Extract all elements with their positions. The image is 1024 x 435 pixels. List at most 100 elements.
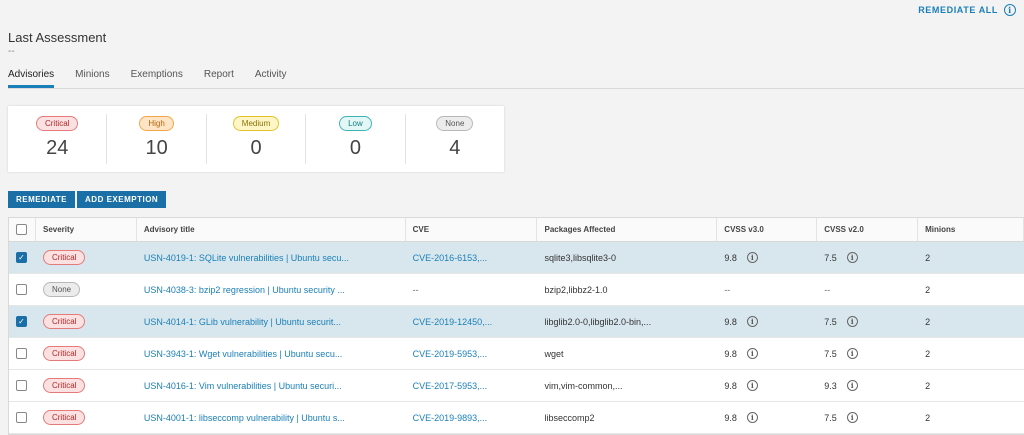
table-row[interactable]: None USN-4038-3: bzip2 regression | Ubunt… <box>9 274 1024 306</box>
cvss-v2-value: -- <box>824 284 831 295</box>
cvss-v2-value: 7.5 <box>824 412 837 423</box>
select-all-checkbox[interactable] <box>16 224 27 235</box>
high-count: 10 <box>145 137 168 159</box>
cvss-v3-value: 9.8 <box>724 252 737 263</box>
summary-critical[interactable]: Critical 24 <box>8 114 108 164</box>
cvss-v3: 9.8 i <box>724 412 758 423</box>
remediate-all-button[interactable]: REMEDIATE ALL i <box>918 4 1016 16</box>
cvss-v2-cell: -- <box>817 274 918 305</box>
table-row[interactable]: ✓ Critical USN-4014-1: GLib vulnerability … <box>9 306 1024 338</box>
cve-link[interactable]: CVE-2019-5953,... <box>406 338 538 369</box>
col-severity[interactable]: Severity <box>36 218 137 241</box>
add-exemption-button[interactable]: ADD EXEMPTION <box>77 191 167 208</box>
cvss-v3: 9.8 i <box>724 348 758 359</box>
cvss-v3-value: -- <box>724 284 731 295</box>
advisory-title-link[interactable]: USN-4016-1: Vim vulnerabilities | Ubuntu… <box>137 370 406 401</box>
col-minions[interactable]: Minions <box>918 218 1024 241</box>
col-advisory-title[interactable]: Advisory title <box>137 218 406 241</box>
advisory-title-link[interactable]: USN-4014-1: GLib vulnerability | Ubuntu … <box>137 306 406 337</box>
cvss-v2: 7.5 i <box>824 252 858 263</box>
cvss-v3-value: 9.8 <box>724 380 737 391</box>
severity-cell: Critical <box>36 402 137 433</box>
summary-high[interactable]: High 10 <box>107 114 207 164</box>
advisory-title-link[interactable]: USN-4001-1: libseccomp vulnerability | U… <box>137 402 406 433</box>
info-icon[interactable]: i <box>746 412 758 423</box>
cvss-v2: 7.5 i <box>824 348 858 359</box>
advisory-title-link[interactable]: USN-4019-1: SQLite vulnerabilities | Ubu… <box>137 242 406 273</box>
none-badge: None <box>436 116 474 131</box>
col-packages[interactable]: Packages Affected <box>537 218 718 241</box>
tab-report[interactable]: Report <box>204 69 234 88</box>
row-checkbox[interactable] <box>16 380 27 391</box>
info-icon[interactable]: i <box>746 380 758 391</box>
summary-low[interactable]: Low 0 <box>306 114 406 164</box>
advisory-title-link[interactable]: USN-3943-1: Wget vulnerabilities | Ubunt… <box>137 338 406 369</box>
cvss-v3-cell: -- <box>717 274 817 305</box>
info-icon[interactable]: i <box>846 348 858 359</box>
none-count: 4 <box>449 137 461 159</box>
severity-badge: Critical <box>42 378 86 393</box>
minions-count: 2 <box>925 412 931 423</box>
cve-link[interactable]: CVE-2016-6153,... <box>406 242 538 273</box>
col-cve[interactable]: CVE <box>406 218 538 241</box>
tab-minions[interactable]: Minions <box>75 69 109 88</box>
cvss-v2-value: 7.5 <box>824 316 837 327</box>
cve-link[interactable]: CVE-2019-12450,... <box>406 306 538 337</box>
row-checkbox[interactable] <box>16 348 27 359</box>
info-icon[interactable]: i <box>846 252 858 263</box>
cvss-v2-cell: 7.5 i <box>817 306 918 337</box>
cve-link[interactable]: CVE-2017-5953,... <box>406 370 538 401</box>
row-checkbox[interactable]: ✓ <box>16 316 27 327</box>
row-checkbox[interactable]: ✓ <box>16 252 27 263</box>
summary-none[interactable]: None 4 <box>406 114 504 164</box>
advisory-title-link[interactable]: USN-4038-3: bzip2 regression | Ubuntu se… <box>137 274 406 305</box>
row-select-cell <box>9 274 36 305</box>
info-icon[interactable]: i <box>746 348 758 359</box>
summary-medium[interactable]: Medium 0 <box>207 114 307 164</box>
row-select-cell <box>9 338 36 369</box>
low-count: 0 <box>349 137 361 159</box>
col-cvss-v3[interactable]: CVSS v3.0 <box>717 218 818 241</box>
medium-count: 0 <box>250 137 262 159</box>
tab-exemptions[interactable]: Exemptions <box>131 69 183 88</box>
info-icon[interactable]: i <box>746 316 758 327</box>
cvss-v2-value: 7.5 <box>824 252 837 263</box>
tab-advisories[interactable]: Advisories <box>8 69 55 88</box>
packages-affected: libseccomp2 <box>544 412 595 423</box>
critical-count: 24 <box>46 137 69 159</box>
cve-link: -- <box>412 284 419 295</box>
row-select-cell <box>9 370 36 401</box>
tab-activity[interactable]: Activity <box>255 69 287 88</box>
info-icon[interactable]: i <box>846 316 858 327</box>
table-row[interactable]: Critical USN-3943-1: Wget vulnerabilities… <box>9 338 1024 370</box>
cvss-v3-value: 9.8 <box>724 412 737 423</box>
advisories-table: Severity Advisory title CVE Packages Aff… <box>8 217 1024 435</box>
info-icon[interactable]: i <box>846 380 858 391</box>
info-icon[interactable]: i <box>846 412 858 423</box>
info-icon[interactable]: i <box>746 252 758 263</box>
col-cvss-v2[interactable]: CVSS v2.0 <box>817 218 919 241</box>
info-icon[interactable]: i <box>1004 4 1016 16</box>
packages-affected: vim,vim-common,... <box>544 380 623 391</box>
cvss-v2-value: 7.5 <box>824 348 837 359</box>
cvss-v3: 9.8 i <box>724 380 758 391</box>
row-checkbox[interactable] <box>16 284 27 295</box>
cvss-v3-value: 9.8 <box>724 348 737 359</box>
severity-cell: None <box>36 274 137 305</box>
severity-badge: Critical <box>42 314 86 329</box>
minions-count: 2 <box>925 380 931 391</box>
cvss-v3-cell: 9.8 i <box>717 306 817 337</box>
cvss-v3-cell: 9.8 i <box>717 338 817 369</box>
cve-link[interactable]: CVE-2019-9893,... <box>406 402 538 433</box>
cvss-v2-cell: 7.5 i <box>817 242 918 273</box>
critical-badge: Critical <box>35 116 79 131</box>
cvss-v3-cell: 9.8 i <box>717 402 817 433</box>
cvss-v3-value: 9.8 <box>724 316 737 327</box>
table-row[interactable]: ✓ Critical USN-4019-1: SQLite vulnerabilit… <box>9 242 1024 274</box>
remediate-button[interactable]: REMEDIATE <box>8 191 76 208</box>
severity-badge: None <box>42 282 81 297</box>
row-checkbox[interactable] <box>16 412 27 423</box>
table-row[interactable]: Critical USN-4001-1: libseccomp vulnerabi… <box>9 402 1024 434</box>
table-row[interactable]: Critical USN-4016-1: Vim vulnerabilities … <box>9 370 1024 402</box>
cvss-v3-cell: 9.8 i <box>717 370 817 401</box>
